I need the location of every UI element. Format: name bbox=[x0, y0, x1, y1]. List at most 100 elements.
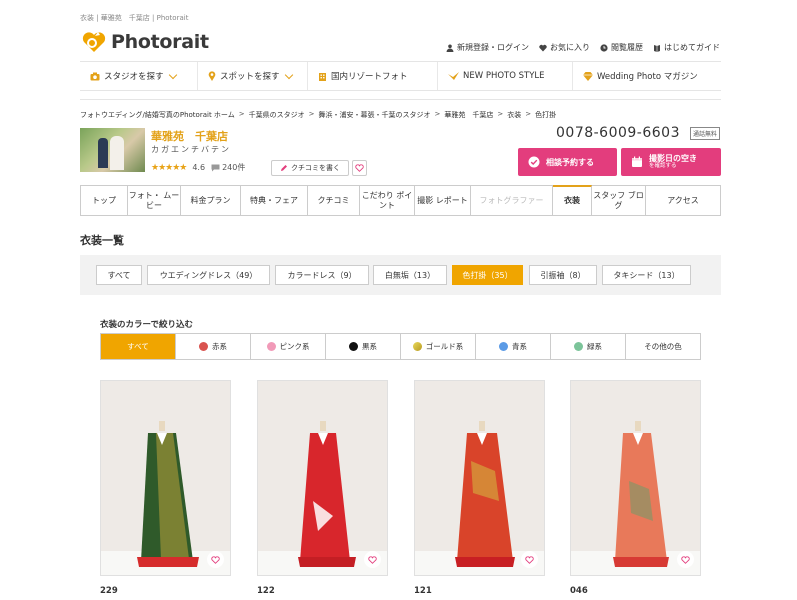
gnav-label: NEW PHOTO STYLE bbox=[463, 71, 545, 81]
tab-photo-movie[interactable]: フォト・ ムービー bbox=[128, 186, 181, 215]
login-link[interactable]: 新規登録・ログイン bbox=[446, 42, 529, 53]
write-review-label: クチコミを書く bbox=[291, 164, 340, 172]
breadcrumb-costume[interactable]: 衣装 bbox=[507, 110, 521, 120]
category-wedding-dress[interactable]: ウエディングドレス（49） bbox=[147, 265, 270, 285]
category-tuxedo[interactable]: タキシード（13） bbox=[602, 265, 691, 285]
breadcrumb-separator: > bbox=[238, 110, 245, 118]
history-link[interactable]: 閲覧履歴 bbox=[600, 42, 643, 53]
color-label: 黒系 bbox=[362, 342, 377, 351]
card-favorite-button[interactable] bbox=[521, 551, 538, 568]
page-title: 衣装一覧 bbox=[80, 234, 124, 247]
gnav-wedding-magazine[interactable]: Wedding Photo マガジン bbox=[573, 62, 721, 90]
review-count[interactable]: 240件 bbox=[211, 162, 245, 173]
tab-staff-blog[interactable]: スタッフ ブログ bbox=[592, 186, 646, 215]
costume-card[interactable] bbox=[257, 380, 388, 576]
toll-free-badge: 通話無料 bbox=[689, 127, 720, 140]
costume-card[interactable] bbox=[570, 380, 701, 576]
calendar-icon bbox=[632, 156, 642, 167]
color-label: その他の色 bbox=[644, 342, 682, 351]
bride-figure bbox=[110, 136, 124, 170]
gold-dot-icon bbox=[412, 342, 422, 351]
pink-dot-icon bbox=[266, 342, 276, 351]
bird-icon bbox=[448, 71, 459, 80]
studio-thumbnail[interactable] bbox=[80, 128, 145, 172]
color-filter-title: 衣装のカラーで絞り込む bbox=[100, 320, 193, 330]
kimono-image-229 bbox=[137, 421, 199, 567]
color-other[interactable]: その他の色 bbox=[626, 334, 700, 359]
breadcrumb-area[interactable]: 舞浜・浦安・幕張・千葉のスタジオ bbox=[318, 110, 430, 120]
consult-label: 相談予約する bbox=[546, 157, 594, 167]
color-green[interactable]: 緑系 bbox=[551, 334, 626, 359]
color-gold[interactable]: ゴールド系 bbox=[401, 334, 476, 359]
costume-card[interactable] bbox=[414, 380, 545, 576]
breadcrumb-studio[interactable]: 華雅苑 千葉店 bbox=[444, 110, 493, 120]
card-favorite-button[interactable] bbox=[677, 551, 694, 568]
breadcrumb-separator: > bbox=[308, 110, 315, 118]
tab-price-plan[interactable]: 料金プラン bbox=[181, 186, 241, 215]
tab-benefits-fair[interactable]: 特典・フェア bbox=[241, 186, 308, 215]
consult-reservation-button[interactable]: 相談予約する bbox=[518, 148, 617, 176]
gnav-spot-search[interactable]: スポットを探す bbox=[198, 62, 308, 90]
green-dot-icon bbox=[574, 342, 583, 351]
tab-top[interactable]: トップ bbox=[81, 186, 128, 215]
kimono-image-046 bbox=[613, 421, 669, 567]
tab-costume[interactable]: 衣装 bbox=[553, 185, 592, 215]
gnav-label: スタジオを探す bbox=[104, 72, 164, 82]
groom-figure bbox=[98, 138, 108, 168]
history-label: 閲覧履歴 bbox=[611, 43, 643, 52]
favorites-link[interactable]: お気に入り bbox=[539, 42, 590, 53]
card-favorite-button[interactable] bbox=[207, 551, 224, 568]
tab-photographer: フォトグラファー bbox=[471, 186, 553, 215]
costume-number[interactable]: 046 bbox=[570, 586, 588, 596]
color-label: ゴールド系 bbox=[425, 342, 464, 351]
gnav-new-photo-style[interactable]: NEW PHOTO STYLE bbox=[438, 62, 573, 90]
phone-number[interactable]: 0078-6009-6603 bbox=[556, 125, 680, 141]
color-black[interactable]: 黒系 bbox=[326, 334, 401, 359]
breadcrumb-home[interactable]: フォトウエディング/結婚写真のPhotorait ホーム bbox=[80, 110, 235, 120]
tab-points[interactable]: こだわり ポイント bbox=[360, 186, 415, 215]
gnav-studio-search[interactable]: スタジオを探す bbox=[80, 62, 198, 90]
breadcrumb-prefecture[interactable]: 千葉県のスタジオ bbox=[249, 110, 305, 120]
photorait-logo[interactable]: Photorait bbox=[81, 30, 209, 54]
user-icon bbox=[446, 44, 454, 52]
studio-name[interactable]: 華雅苑 千葉店 bbox=[151, 128, 228, 144]
check-availability-button[interactable]: 撮影日の空き を確認する bbox=[621, 148, 721, 176]
color-blue[interactable]: 青系 bbox=[476, 334, 551, 359]
diamond-icon bbox=[583, 71, 593, 81]
gnav-resort-photo[interactable]: 国内リゾートフォト bbox=[308, 62, 438, 90]
category-all[interactable]: すべて bbox=[96, 265, 142, 285]
divider bbox=[80, 99, 721, 100]
utility-nav: 新規登録・ログイン お気に入り 閲覧履歴 はじめてガイド bbox=[446, 42, 720, 53]
review-count-label: 240件 bbox=[222, 163, 246, 172]
guide-label: はじめてガイド bbox=[664, 43, 720, 52]
category-iro-uchikake[interactable]: 色打掛（35） bbox=[452, 265, 523, 285]
color-label: 青系 bbox=[512, 342, 527, 351]
color-red[interactable]: 赤系 bbox=[176, 334, 251, 359]
costume-number[interactable]: 229 bbox=[100, 586, 118, 596]
color-pink[interactable]: ピンク系 bbox=[251, 334, 326, 359]
tab-access[interactable]: アクセス bbox=[646, 186, 720, 215]
pin-icon bbox=[208, 71, 216, 81]
heart-ring-logo-icon bbox=[81, 30, 107, 54]
breadcrumb-separator: > bbox=[434, 110, 441, 118]
tab-photo-report[interactable]: 撮影 レポート bbox=[415, 186, 471, 215]
gnav-label: 国内リゾートフォト bbox=[331, 72, 408, 82]
favorite-button[interactable] bbox=[352, 160, 367, 176]
breadcrumb-current: 色打掛 bbox=[535, 111, 557, 119]
costume-card[interactable] bbox=[100, 380, 231, 576]
guide-link[interactable]: はじめてガイド bbox=[653, 42, 720, 53]
category-color-dress[interactable]: カラードレス（9） bbox=[275, 265, 369, 285]
color-all[interactable]: すべて bbox=[101, 334, 176, 359]
brand-name: Photorait bbox=[111, 31, 209, 53]
rating-stars-icon: ★★★★★ bbox=[151, 162, 187, 173]
write-review-button[interactable]: クチコミを書く bbox=[271, 160, 349, 176]
rating-value: 4.6 bbox=[192, 163, 206, 172]
tab-reviews[interactable]: クチコミ bbox=[308, 186, 360, 215]
speech-bubble-icon bbox=[211, 164, 220, 171]
costume-number[interactable]: 121 bbox=[414, 586, 432, 596]
category-hikifurisode[interactable]: 引振袖（8） bbox=[529, 265, 597, 285]
category-shiromuku[interactable]: 白無垢（13） bbox=[373, 265, 447, 285]
card-favorite-button[interactable] bbox=[364, 551, 381, 568]
costume-number[interactable]: 122 bbox=[257, 586, 275, 596]
black-dot-icon bbox=[349, 342, 358, 351]
